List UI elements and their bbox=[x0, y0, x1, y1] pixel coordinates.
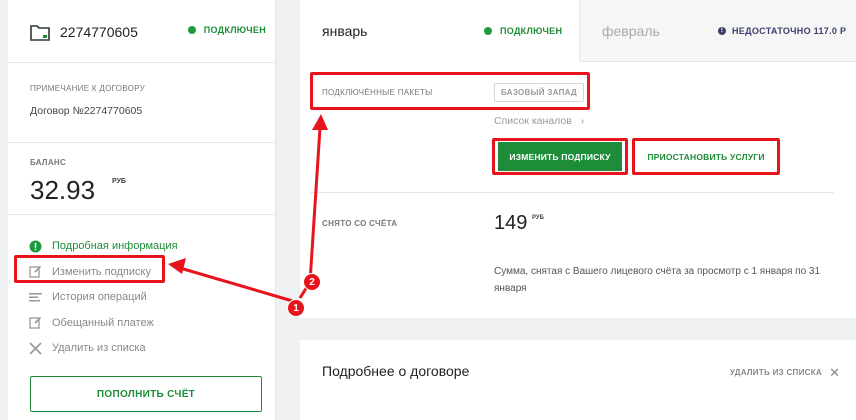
charged-label: СНЯТО СО СЧЁТА bbox=[322, 219, 398, 228]
details-title: Подробнее о договоре bbox=[322, 363, 470, 379]
divider bbox=[8, 62, 276, 63]
details-card: Подробнее о договоре УДАЛИТЬ ИЗ СПИСКА ✕ bbox=[300, 340, 856, 420]
divider bbox=[310, 192, 834, 193]
charged-description: Сумма, снятая с Вашего лицевого счёта за… bbox=[494, 266, 821, 294]
status-dot-icon bbox=[187, 26, 196, 34]
balance-unit: РУБ bbox=[112, 178, 126, 185]
status-dot-icon bbox=[484, 27, 492, 35]
chevron-right-icon: › bbox=[580, 115, 585, 127]
tab-february-status: ! НЕДОСТАТОЧНО 117.0 Р bbox=[718, 26, 846, 36]
list-icon bbox=[28, 290, 42, 304]
account-number: 2274770605 bbox=[60, 24, 138, 40]
highlight-box-packages bbox=[310, 72, 590, 110]
menu-item-history[interactable]: История операций bbox=[28, 287, 268, 307]
tab-january-status: ПОДКЛЮЧЕН bbox=[484, 26, 562, 36]
channels-link[interactable]: Список каналов › bbox=[494, 115, 584, 127]
account-header: 2274770605 ПОДКЛЮЧЕН bbox=[30, 22, 266, 42]
balance-value: 32.93 bbox=[30, 175, 96, 205]
divider bbox=[8, 214, 276, 215]
menu-item-promised-payment[interactable]: Обещанный платеж bbox=[28, 313, 268, 333]
warning-icon: ! bbox=[718, 27, 726, 35]
highlight-box-change-button bbox=[492, 138, 628, 175]
divider bbox=[8, 142, 276, 143]
highlight-box-suspend-button bbox=[632, 138, 780, 175]
tab-february[interactable]: февраль ! НЕДОСТАТОЧНО 117.0 Р bbox=[580, 0, 856, 62]
menu-item-details[interactable]: Подробная информация bbox=[28, 236, 268, 256]
folder-icon bbox=[30, 25, 50, 41]
topup-button[interactable]: ПОПОЛНИТЬ СЧЁТ bbox=[30, 376, 262, 412]
close-icon[interactable]: ✕ bbox=[829, 365, 840, 381]
account-status: ПОДКЛЮЧЕН bbox=[187, 25, 266, 35]
note-value: Договор №2274770605 bbox=[30, 105, 143, 117]
close-icon bbox=[28, 341, 42, 355]
menu-item-remove[interactable]: Удалить из списка bbox=[28, 338, 268, 358]
tab-february-title: февраль bbox=[602, 23, 660, 39]
edit-icon bbox=[28, 316, 42, 330]
tab-january-title: январь bbox=[322, 23, 368, 39]
tab-january[interactable]: январь ПОДКЛЮЧЕН bbox=[300, 0, 580, 62]
charged-unit: РУБ bbox=[532, 215, 544, 221]
note-label: ПРИМЕЧАНИЕ К ДОГОВОРУ bbox=[30, 84, 146, 93]
info-icon bbox=[28, 239, 42, 253]
account-card: 2274770605 ПОДКЛЮЧЕН ПРИМЕЧАНИЕ К ДОГОВО… bbox=[8, 0, 276, 420]
remove-from-list-link[interactable]: УДАЛИТЬ ИЗ СПИСКА bbox=[730, 368, 822, 377]
annotation-badge-2: 2 bbox=[303, 273, 321, 291]
charged-value: 149 bbox=[494, 212, 528, 234]
highlight-box-menu bbox=[14, 255, 165, 283]
annotation-badge-1: 1 bbox=[287, 299, 305, 317]
balance-label: БАЛАНС bbox=[30, 158, 67, 167]
